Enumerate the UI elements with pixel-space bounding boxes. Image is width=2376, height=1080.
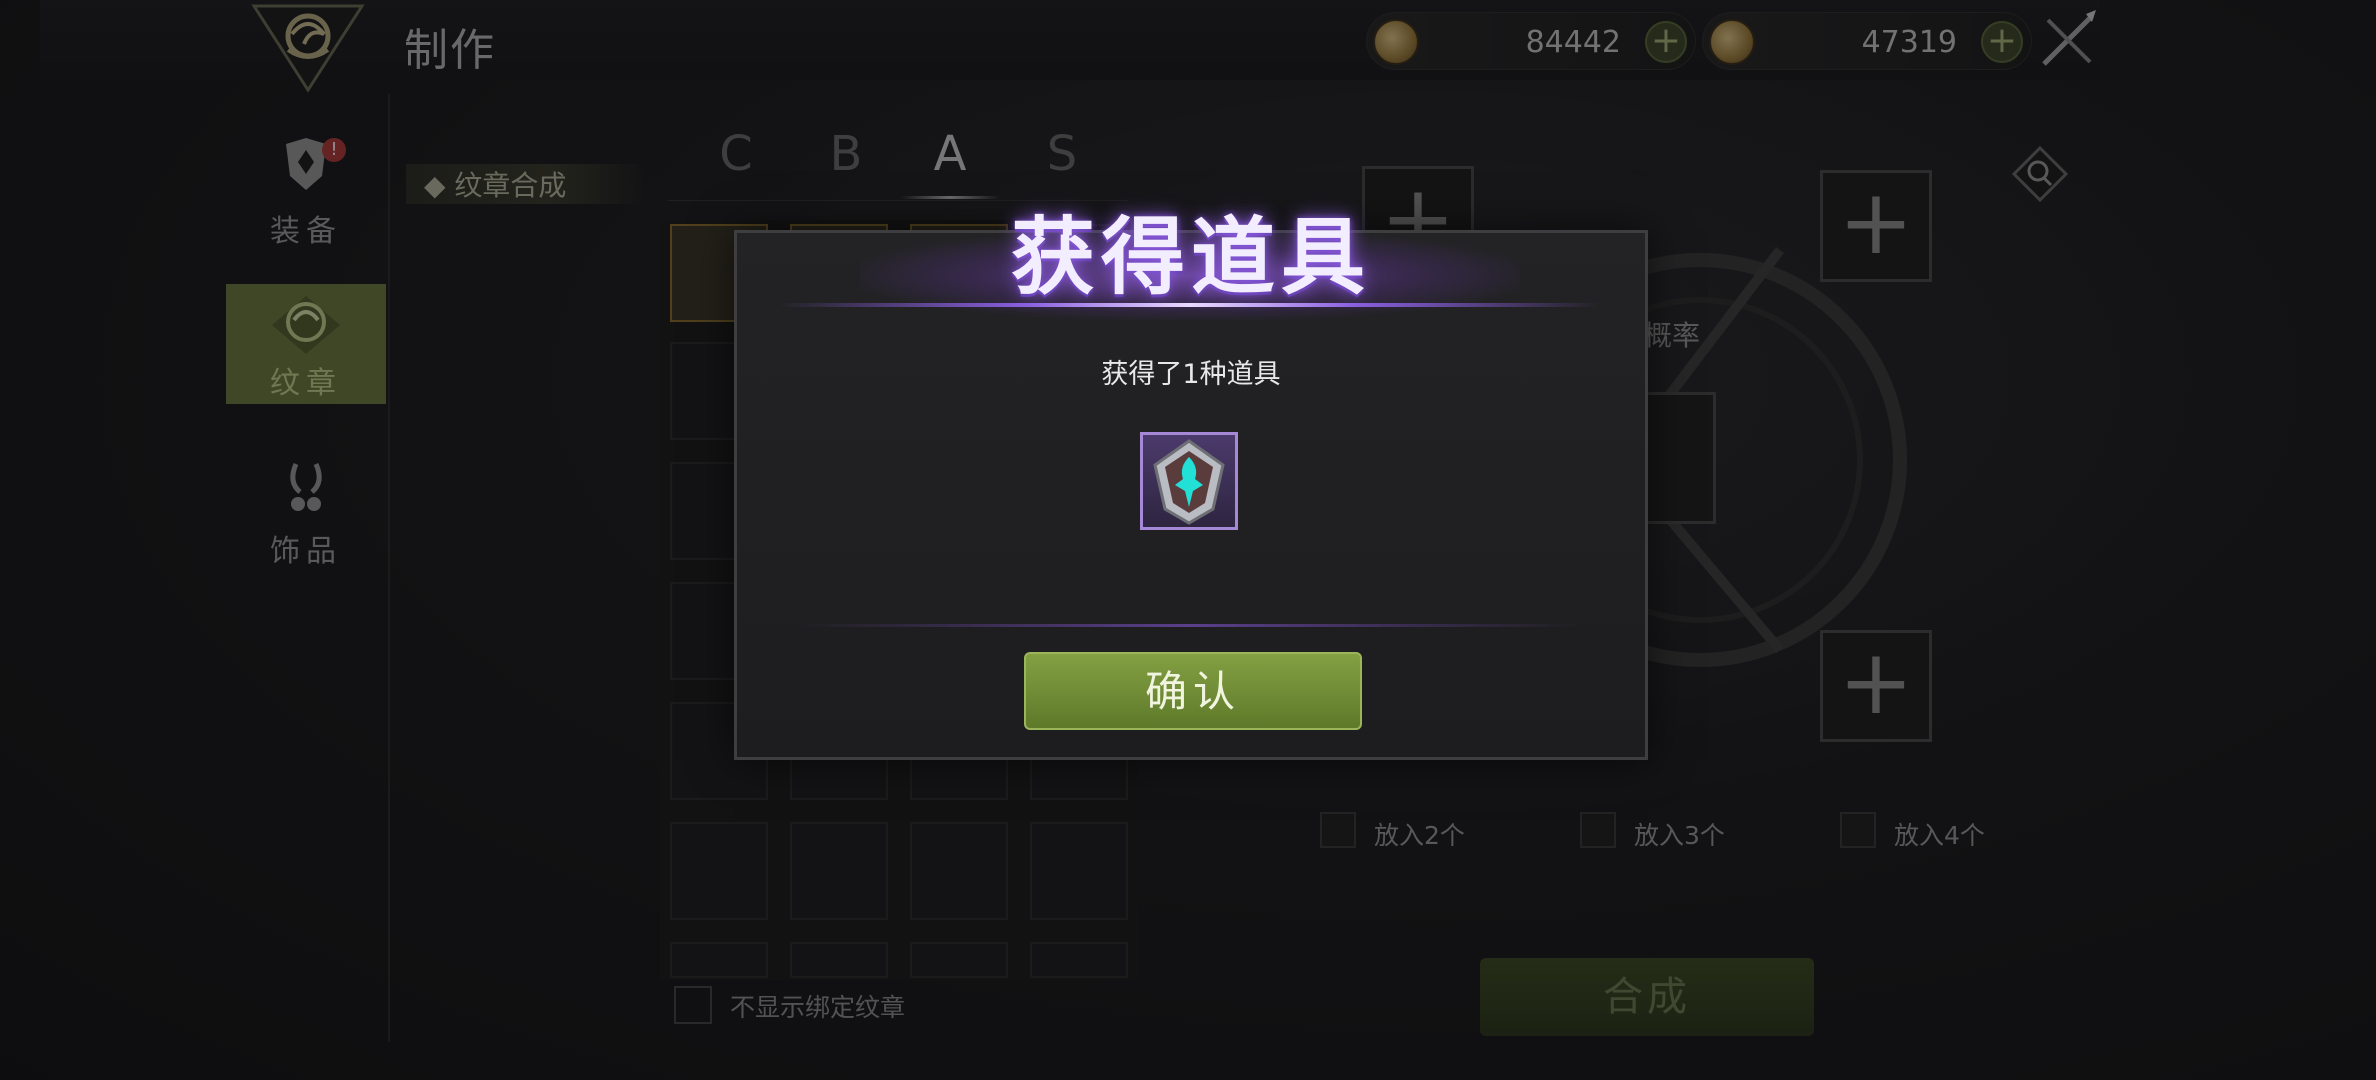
obtained-item-slot[interactable] bbox=[1140, 432, 1238, 530]
confirm-button[interactable]: 确认 bbox=[1024, 652, 1362, 730]
emblem-item-icon bbox=[1153, 439, 1225, 525]
dialog-divider bbox=[800, 624, 1580, 627]
dialog-message: 获得了1种道具 bbox=[1101, 359, 1281, 390]
title-divider bbox=[780, 303, 1600, 307]
dialog-title: 获得道具 bbox=[1010, 208, 1371, 306]
